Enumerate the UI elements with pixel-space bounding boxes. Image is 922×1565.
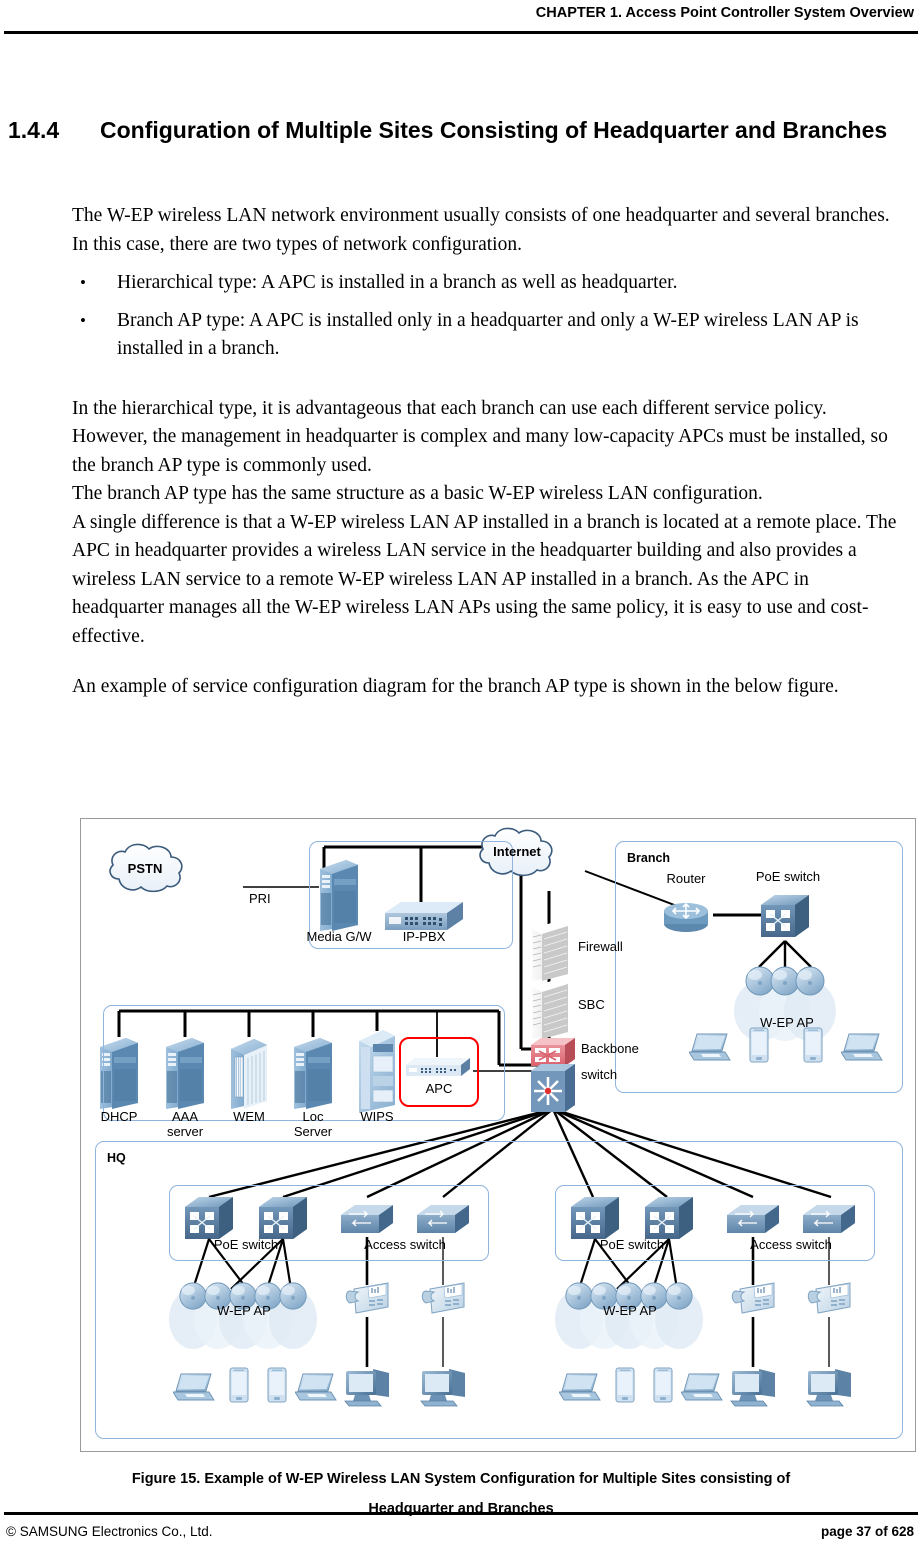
branch-router-label: Router (666, 871, 706, 886)
firewall-icon (531, 920, 569, 981)
loc-server-label: Loc Server (293, 1109, 333, 1139)
hq-wep-ap-label-right: W-EP AP (603, 1303, 657, 1318)
hq-poe-switch-label-right: PoE switch (599, 1237, 665, 1252)
hq-access-switch-label-right: Access switch (750, 1237, 832, 1252)
hq-wep-ap-label-left: W-EP AP (217, 1303, 271, 1318)
sbc-icon (531, 978, 569, 1039)
ip-pbx-label: IP-PBX (402, 929, 446, 944)
wem-label: WEM (233, 1109, 265, 1124)
sbc-label: SBC (578, 997, 605, 1012)
list-item-text: Branch AP type: A APC is installed only … (117, 309, 859, 360)
header-rule (4, 31, 918, 34)
firewall-label: Firewall (578, 939, 623, 954)
bullet-icon: • (80, 273, 86, 292)
paragraph-3: The branch AP type has the same structur… (72, 483, 763, 504)
list-item: • Branch AP type: A APC is installed onl… (72, 307, 902, 364)
paragraph-4: A single difference is that a W-EP wirel… (72, 511, 897, 647)
apc-highlight-box (399, 1037, 479, 1107)
backbone-switch-label-line1: Backbone (581, 1041, 639, 1056)
apc-label: APC (425, 1081, 453, 1096)
list-item-text: Hierarchical type: A APC is installed in… (117, 272, 678, 293)
section-title: Configuration of Multiple Sites Consisti… (100, 117, 888, 143)
wips-label: WIPS (360, 1109, 394, 1124)
figure-frame: PSTN PRI Media G/W IP-PBX Internet Firew… (80, 818, 916, 1452)
section-heading: 1.4.4 Configuration of Multiple Sites Con… (8, 115, 908, 145)
network-diagram: PSTN PRI Media G/W IP-PBX Internet Firew… (81, 819, 917, 1453)
footer-copyright: © SAMSUNG Electronics Co., Ltd. (6, 1524, 213, 1539)
figure-caption-line-1: Figure 15. Example of W-EP Wireless LAN … (131, 1471, 791, 1487)
figure-caption: Figure 15. Example of W-EP Wireless LAN … (60, 1464, 862, 1524)
aaa-label: AAA server (166, 1109, 204, 1139)
footer-page-number: page 37 of 628 (820, 1524, 914, 1539)
media-gw-label: Media G/W (306, 929, 372, 944)
page-header: CHAPTER 1. Access Point Controller Syste… (0, 0, 922, 34)
bullet-icon: • (80, 310, 86, 330)
paragraph-5: An example of service configuration diag… (72, 676, 839, 697)
branch-box-label: Branch (627, 851, 671, 865)
paragraph-1-line-1: The W-EP wireless LAN network environmen… (72, 205, 890, 226)
branch-wep-ap-label: W-EP AP (760, 1015, 814, 1030)
footer-rule (4, 1512, 918, 1515)
figure-caption-line-2: Headquarter and Branches (368, 1501, 554, 1517)
paragraph-1-line-2: In this case, there are two types of net… (72, 233, 522, 255)
dhcp-label: DHCP (100, 1109, 138, 1124)
bullet-list: • Hierarchical type: A APC is installed … (72, 269, 902, 364)
list-item: • Hierarchical type: A APC is installed … (72, 269, 902, 298)
hq-box-label: HQ (107, 1151, 126, 1165)
internet-label: Internet (493, 844, 541, 859)
backbone-switch-icon (531, 1038, 575, 1112)
pstn-label: PSTN (127, 861, 163, 876)
chapter-title: CHAPTER 1. Access Point Controller Syste… (535, 5, 914, 21)
body-text: The W-EP wireless LAN network environmen… (72, 202, 902, 702)
hq-poe-switch-label-left: PoE switch (213, 1237, 279, 1252)
paragraph-2: In the hierarchical type, it is advantag… (72, 397, 888, 476)
pri-label: PRI (249, 891, 271, 906)
section-number: 1.4.4 (8, 117, 60, 143)
branch-poe-switch-label: PoE switch (755, 869, 821, 884)
backbone-switch-label-line2: switch (581, 1067, 618, 1082)
hq-access-switch-label-left: Access switch (364, 1237, 446, 1252)
